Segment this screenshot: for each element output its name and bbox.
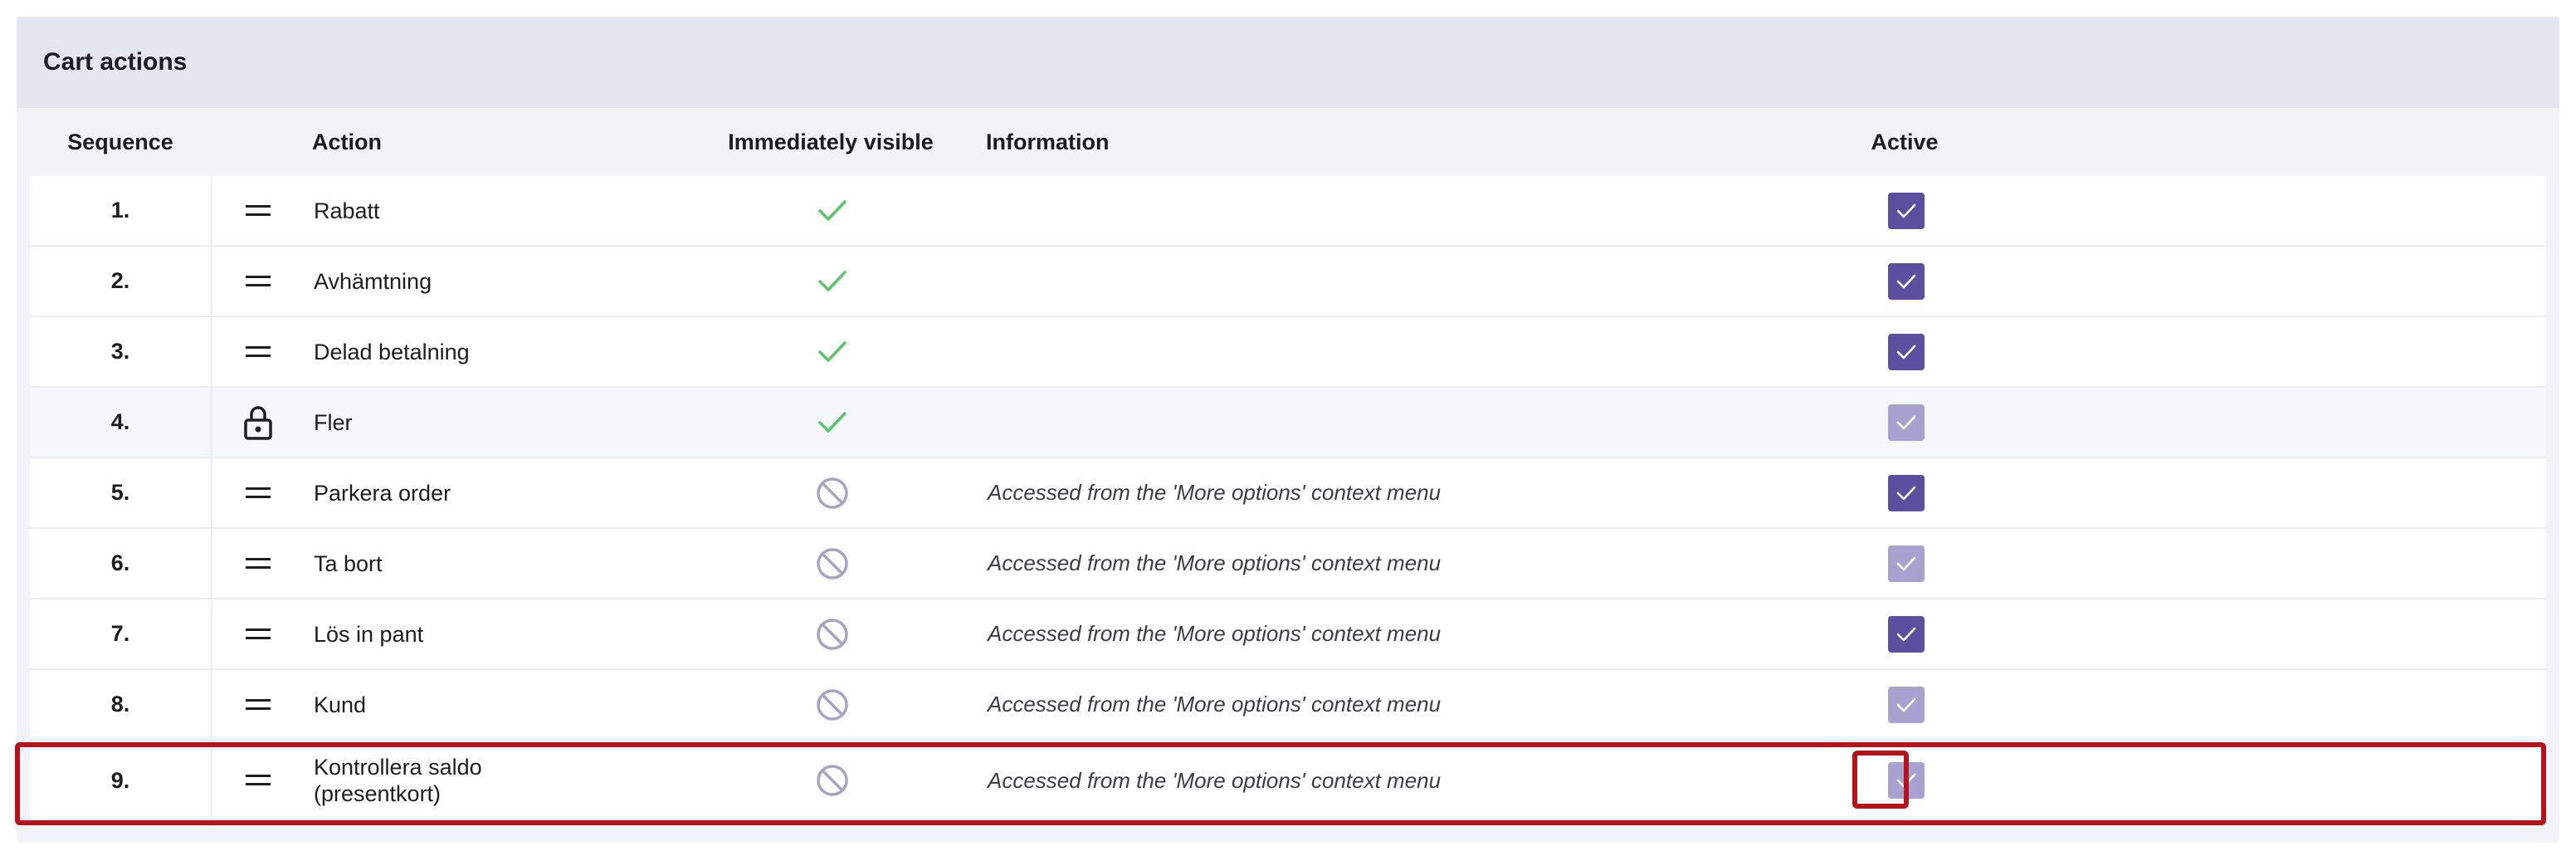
panel-header: Cart actions: [17, 17, 2559, 108]
visible-check-icon: [685, 340, 979, 364]
active-checkbox: [1871, 403, 1942, 441]
row-sequence: 5.: [30, 458, 212, 527]
column-header-action: Action: [312, 130, 382, 154]
table-row[interactable]: 3. Delad betalning: [30, 317, 2546, 388]
drag-handle-icon[interactable]: [212, 345, 304, 358]
table-row[interactable]: 8. Kund Accessed from the 'More options'…: [30, 670, 2546, 741]
drag-handle-icon[interactable]: [212, 557, 304, 570]
panel-title: Cart actions: [43, 48, 188, 76]
checkbox-checked[interactable]: [1888, 474, 1925, 511]
visible-check-icon: [685, 198, 979, 223]
table-row[interactable]: 1. Rabatt: [30, 176, 2546, 247]
active-checkbox[interactable]: [1871, 762, 1942, 799]
active-checkbox[interactable]: [1871, 333, 1942, 370]
checkbox-checked-disabled: [1888, 686, 1925, 723]
drag-handle-icon[interactable]: [212, 775, 304, 786]
row-sequence: 1.: [30, 176, 212, 245]
checkbox-checked-disabled: [1888, 545, 1925, 582]
drag-handle-icon[interactable]: [212, 275, 304, 287]
table-header-row: Sequence Action Immediately visible Info…: [30, 108, 2546, 176]
row-information: Accessed from the 'More options' context…: [988, 692, 1442, 717]
row-information: Accessed from the 'More options' context…: [988, 621, 1442, 646]
checkbox-checked-disabled: [1888, 403, 1925, 441]
checkbox-checked-disabled[interactable]: [1888, 762, 1925, 799]
column-header-information: Information: [986, 129, 1110, 154]
checkbox-checked[interactable]: [1888, 192, 1925, 229]
row-action-name-line-1: Kontrollera saldo: [314, 755, 482, 780]
drag-handle-icon[interactable]: [212, 487, 304, 499]
row-action-name: Avhämtning: [314, 268, 432, 294]
row-sequence: 4.: [30, 388, 212, 457]
drag-handle-icon[interactable]: [212, 628, 304, 640]
visible-check-icon: [685, 269, 979, 294]
active-checkbox[interactable]: [1871, 262, 1942, 300]
table-row: 4. Fler: [30, 388, 2546, 458]
row-action-name: Rabatt: [314, 198, 380, 223]
visible-check-icon: [685, 410, 979, 435]
row-sequence: 7.: [30, 599, 212, 668]
checkbox-checked[interactable]: [1888, 615, 1925, 653]
table-row[interactable]: 6. Ta bort Accessed from the 'More optio…: [30, 529, 2546, 599]
row-action-name: Lös in pant: [314, 621, 424, 647]
cart-actions-table: Sequence Action Immediately visible Info…: [30, 108, 2546, 820]
row-action-name: Parkera order: [314, 480, 451, 506]
row-sequence: 2.: [30, 247, 212, 315]
table-row[interactable]: 5. Parkera order Accessed from the 'More…: [30, 458, 2546, 529]
drag-handle-icon[interactable]: [212, 698, 304, 711]
row-sequence: 8.: [30, 670, 212, 739]
checkbox-checked[interactable]: [1888, 262, 1925, 300]
row-action-name: Ta bort: [314, 550, 383, 576]
column-header-immediately-visible: Immediately visible: [728, 129, 934, 154]
row-information: Accessed from the 'More options' context…: [988, 480, 1442, 505]
row-sequence: 3.: [30, 317, 212, 386]
cart-actions-panel: Cart actions Sequence Action Immediately…: [17, 17, 2559, 843]
active-checkbox[interactable]: [1871, 192, 1942, 229]
table-row[interactable]: 2. Avhämtning: [30, 247, 2546, 317]
lock-icon: [212, 405, 304, 440]
table-row[interactable]: 7. Lös in pant Accessed from the 'More o…: [30, 599, 2546, 670]
row-action-name-line-2: (presentkort): [314, 781, 442, 806]
checkbox-checked[interactable]: [1888, 333, 1925, 370]
not-visible-icon: [685, 763, 979, 798]
not-visible-icon: [685, 476, 979, 511]
row-sequence: 9.: [30, 741, 212, 820]
active-checkbox: [1871, 686, 1942, 723]
row-action-name: Kund: [314, 692, 367, 717]
not-visible-icon: [685, 617, 979, 652]
active-checkbox[interactable]: [1871, 474, 1942, 511]
row-action-name: Fler: [314, 409, 353, 435]
column-header-active: Active: [1871, 129, 1939, 154]
drag-handle-icon[interactable]: [212, 204, 304, 217]
not-visible-icon: [685, 687, 979, 722]
row-action-name: Delad betalning: [314, 339, 470, 364]
column-header-sequence: Sequence: [67, 129, 173, 154]
row-sequence: 6.: [30, 529, 212, 598]
row-information: Accessed from the 'More options' context…: [988, 767, 1442, 793]
active-checkbox: [1871, 545, 1942, 582]
table-row-highlighted[interactable]: 9. Kontrollera saldo (presentkort) Acces…: [30, 741, 2546, 820]
not-visible-icon: [685, 546, 979, 581]
active-checkbox[interactable]: [1871, 615, 1942, 653]
row-information: Accessed from the 'More options' context…: [988, 550, 1442, 575]
row-action-name: Kontrollera saldo (presentkort): [304, 754, 685, 807]
